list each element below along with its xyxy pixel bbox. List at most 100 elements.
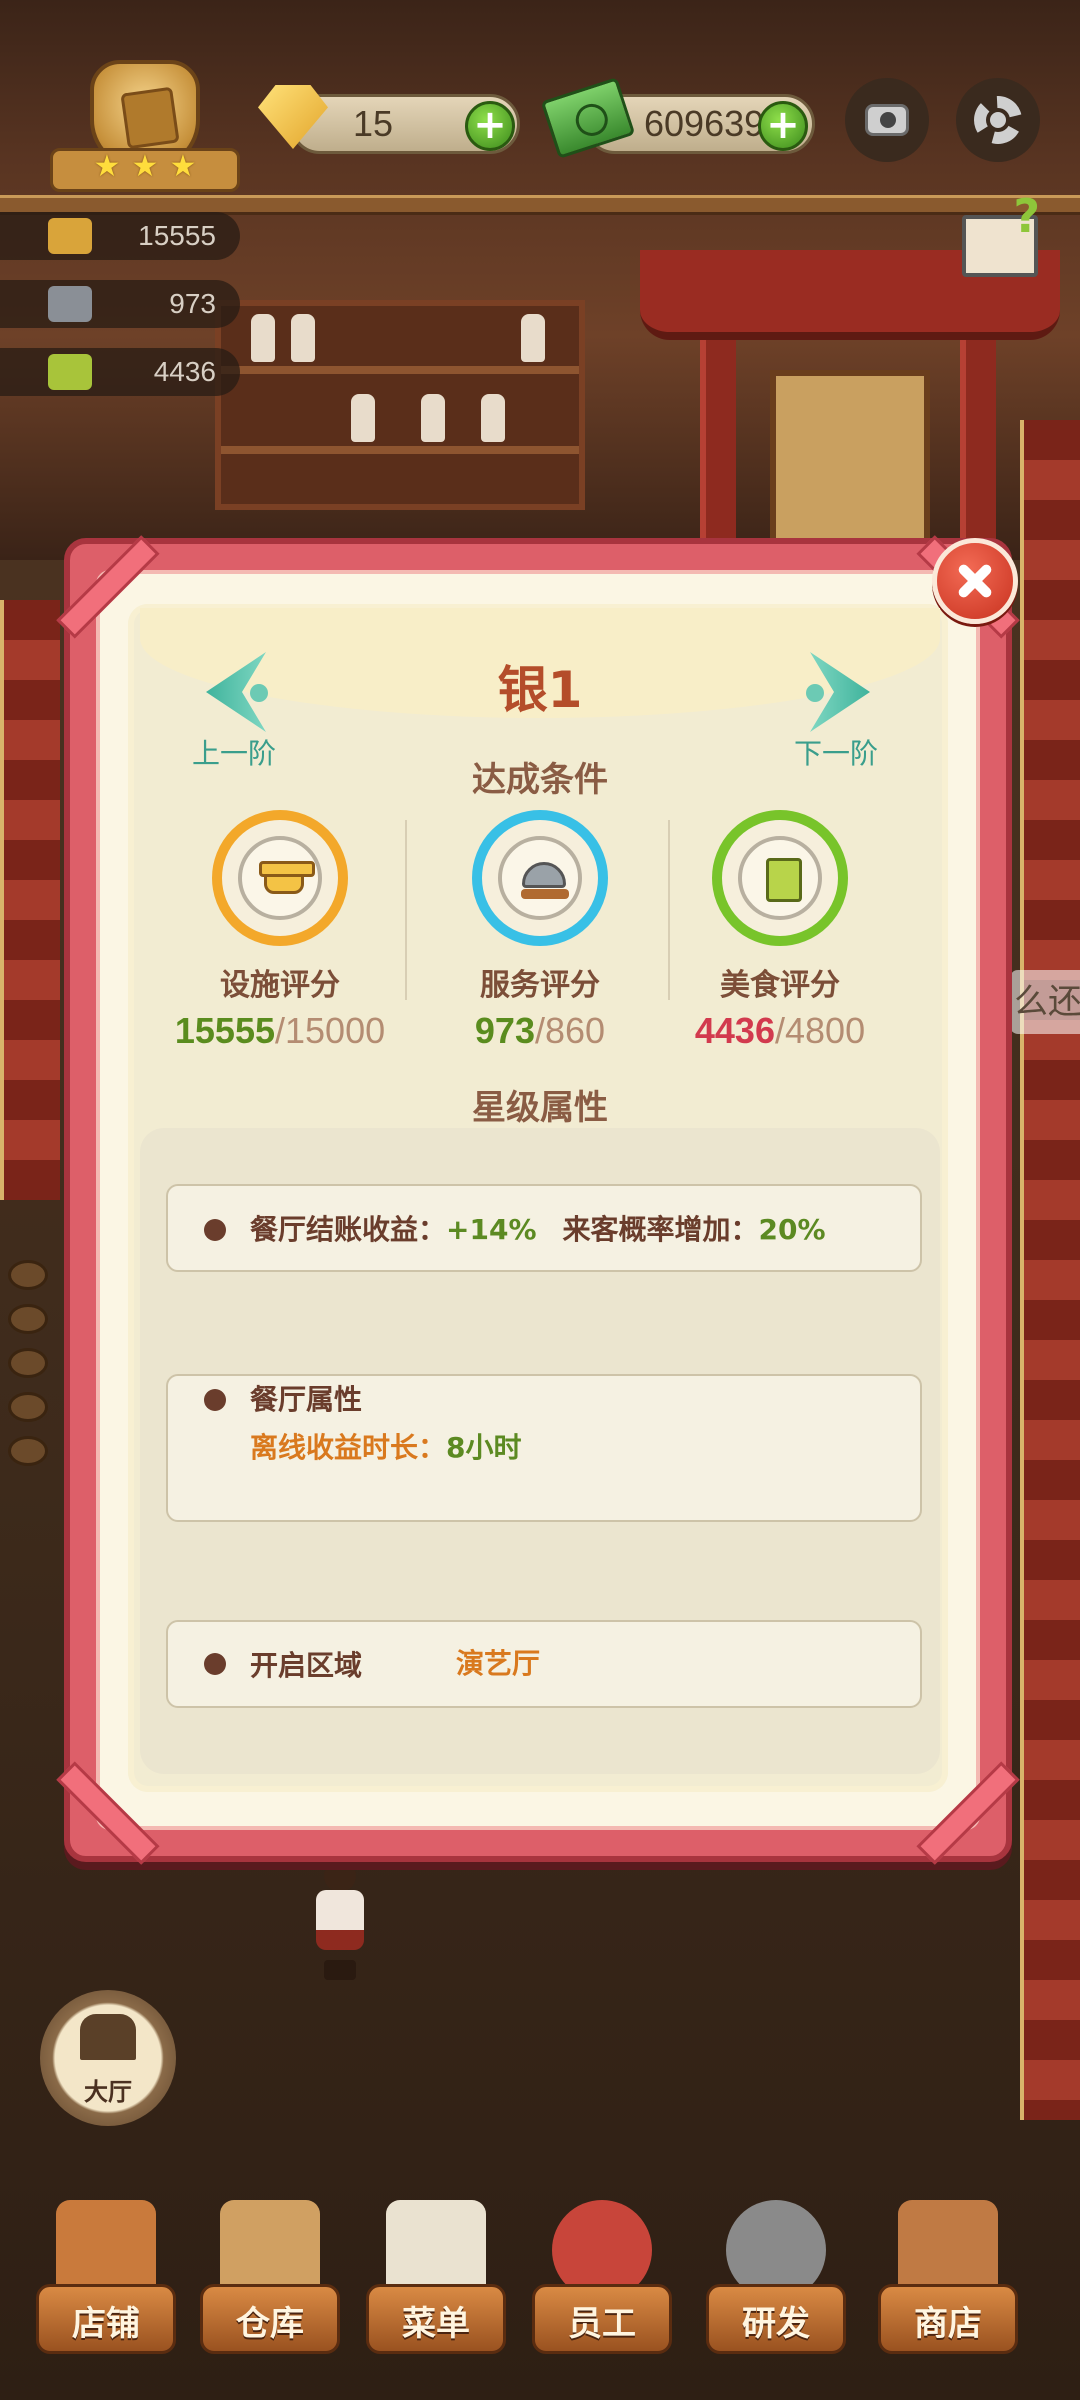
left-dish-stack: [8, 1260, 58, 1480]
nav-shop-front[interactable]: 店铺: [36, 2180, 176, 2400]
service-requirement: 服务评分 973/860: [430, 810, 650, 1051]
food-stat-value: 4436: [153, 356, 216, 387]
service-stat: 973: [0, 280, 240, 328]
pot-icon: [259, 861, 315, 894]
facility-score: 15555/15000: [174, 1010, 386, 1051]
nav-staff[interactable]: 员工: [532, 2180, 672, 2400]
add-gems-button[interactable]: +: [465, 101, 515, 151]
bottle: [351, 394, 375, 442]
arrow-dot: [250, 684, 268, 702]
nav-warehouse[interactable]: 仓库: [200, 2180, 340, 2400]
food-book-icon: [48, 354, 92, 390]
left-pillar: [0, 600, 60, 1200]
nav-store[interactable]: 商店: [878, 2180, 1018, 2400]
nav-label: 研发: [742, 2304, 810, 2344]
rank-title: 银1: [497, 661, 583, 719]
offline-income-value: 8小时: [446, 1431, 522, 1464]
food-ring-inner: [738, 836, 822, 920]
nav-label: 仓库: [236, 2304, 304, 2344]
guest-rate-value: 20%: [758, 1213, 826, 1246]
bullet-icon: [204, 1653, 226, 1675]
waiter-character[interactable]: [310, 1860, 370, 1980]
guest-rate-label: 来客概率增加：: [562, 1213, 759, 1246]
star-icon: ★: [169, 149, 197, 184]
unlock-area-card: 开启区域 演艺厅: [166, 1620, 922, 1708]
camera-icon: [865, 104, 909, 136]
waiter-head: [324, 1860, 356, 1892]
dish: [8, 1304, 48, 1334]
bottle: [291, 314, 315, 362]
star-icon: ★: [93, 149, 121, 184]
unlock-area-label: 开启区域: [250, 1649, 363, 1682]
right-pillar: [1020, 420, 1080, 2120]
bottle: [251, 314, 275, 362]
restaurant-attribute-title: 餐厅属性: [250, 1383, 363, 1416]
pavilion-pillar: [700, 340, 736, 570]
nav-menu[interactable]: 菜单: [366, 2180, 506, 2400]
service-score: 973/860: [474, 1010, 606, 1051]
food-target: 4800: [785, 1010, 866, 1051]
gear-icon: [974, 96, 1022, 144]
service-label: 服务评分: [480, 968, 600, 1003]
waiter-body: [316, 1890, 364, 1950]
food-stat: 4436: [0, 348, 240, 396]
pavilion-pillar: [960, 340, 996, 570]
liquor-shelf: [215, 300, 585, 510]
income-text: 餐厅结账收益：+14% 来客概率增加：20%: [250, 1210, 826, 1250]
service-ring-inner: [498, 836, 582, 920]
food-ring: [712, 810, 848, 946]
restaurant-attribute-card: 餐厅属性 离线收益时长：8小时: [166, 1374, 922, 1522]
settings-button[interactable]: [956, 78, 1040, 162]
nav-label: 店铺: [72, 2304, 140, 2344]
gem-count: 15: [353, 103, 394, 144]
dish: [8, 1436, 48, 1466]
prev-rank-button[interactable]: 上一阶: [192, 734, 276, 774]
waiter-legs: [324, 1960, 356, 1980]
nav-research[interactable]: 研发: [706, 2180, 846, 2400]
add-cash-button[interactable]: +: [758, 101, 808, 151]
bottom-nav: 店铺 仓库 菜单 员工 研发 商店: [0, 2180, 1080, 2400]
checkout-income-value: +14%: [446, 1213, 537, 1246]
service-target: 860: [545, 1010, 606, 1051]
bullet-icon: [204, 1389, 226, 1411]
nav-label: 商店: [914, 2304, 982, 2344]
shelf-row: [221, 366, 579, 374]
service-cloche-icon: [48, 286, 92, 322]
hall-label: 大厅: [84, 2078, 132, 2106]
help-book-button[interactable]: ?: [962, 189, 1040, 277]
food-current: 4436: [694, 1010, 775, 1051]
dish: [8, 1348, 48, 1378]
unlock-area-value: 演艺厅: [456, 1647, 541, 1680]
nav-label: 菜单: [402, 2304, 470, 2344]
offscreen-dialogue-text: 么还: [1010, 970, 1080, 1034]
next-rank-button[interactable]: 下一阶: [794, 734, 878, 774]
recipe-book-icon: [766, 858, 802, 902]
bottle: [421, 394, 445, 442]
offline-income-text: 离线收益时长：8小时: [250, 1428, 522, 1468]
bottle: [521, 314, 545, 362]
food-requirement: 美食评分 4436/4800: [670, 810, 890, 1051]
hall-button[interactable]: 大厅: [40, 1990, 176, 2126]
column-divider: [405, 820, 407, 1000]
facility-requirement: 设施评分 15555/15000: [170, 810, 390, 1051]
facility-label: 设施评分: [220, 968, 340, 1003]
service-stat-value: 973: [169, 288, 216, 319]
camera-button[interactable]: [845, 78, 929, 162]
food-score: 4436/4800: [694, 1010, 866, 1051]
offline-income-label: 离线收益时长：: [250, 1431, 447, 1464]
star-icon: ★: [131, 149, 159, 184]
restaurant-rank-badge[interactable]: ★ ★ ★: [50, 60, 240, 200]
cash-count: 609639: [644, 103, 765, 144]
shelf-row: [221, 446, 579, 454]
facility-ring: [212, 810, 348, 946]
attributes-title: 星级属性: [472, 1088, 608, 1128]
dish: [8, 1392, 48, 1422]
close-button[interactable]: [932, 538, 1018, 624]
service-current: 973: [474, 1010, 535, 1051]
pavilion: [640, 250, 1060, 570]
question-mark-icon: ?: [1013, 189, 1040, 243]
cloche-icon: [521, 862, 569, 899]
hall-icon: [80, 2014, 136, 2060]
dish: [8, 1260, 48, 1290]
bullet-icon: [204, 1219, 226, 1241]
